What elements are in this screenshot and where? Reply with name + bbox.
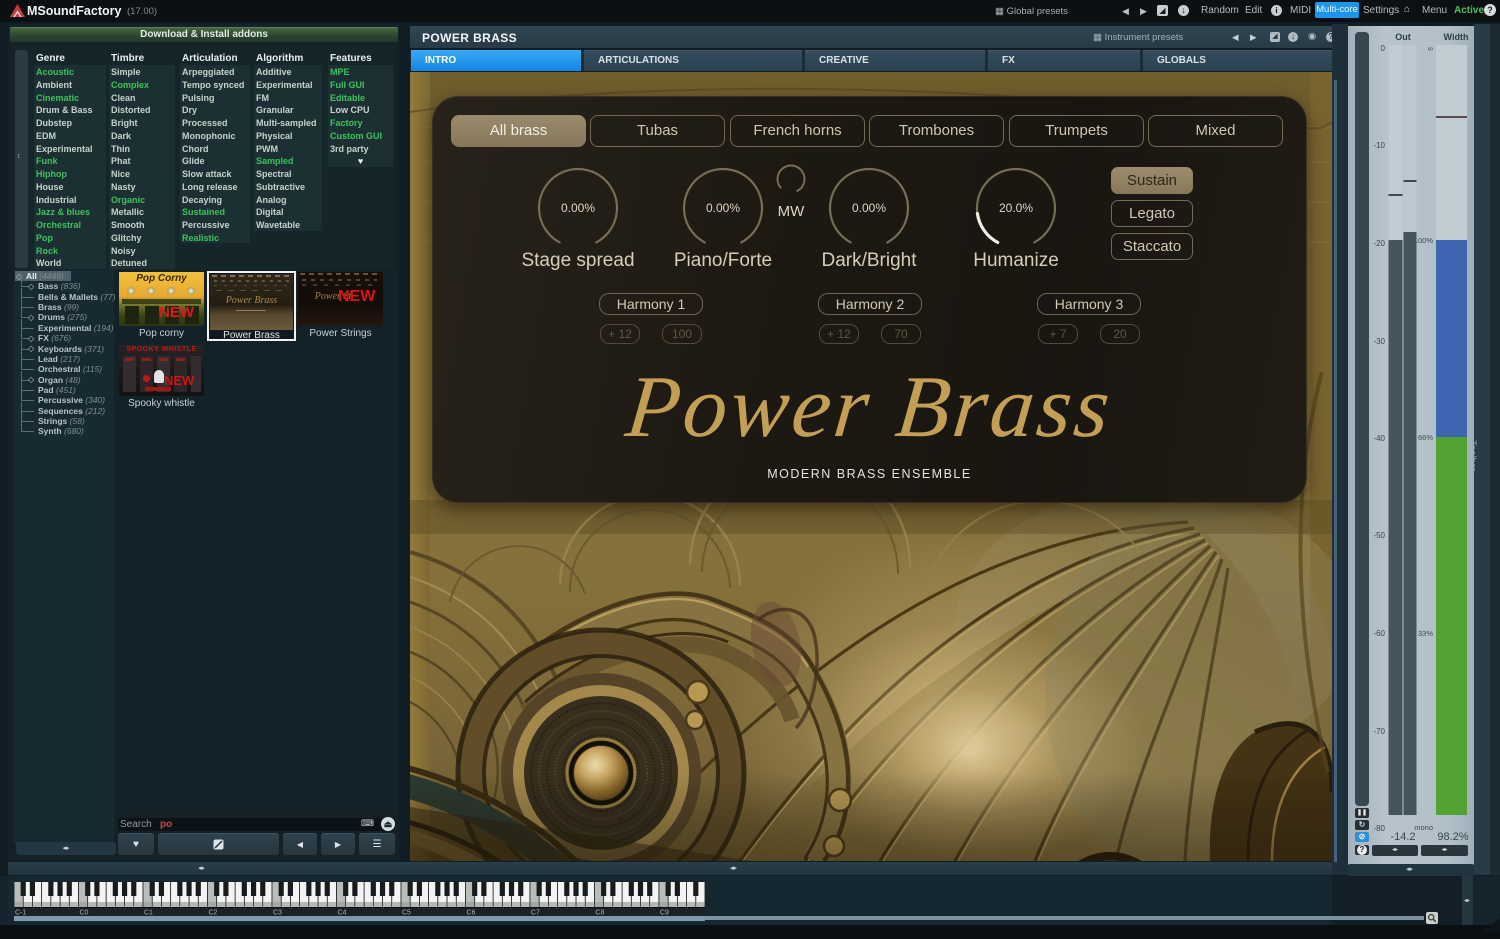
- svg-text:100%: 100%: [1414, 236, 1434, 245]
- svg-text:-70: -70: [1373, 727, 1385, 736]
- svg-text:0: 0: [1381, 44, 1386, 53]
- svg-text:C3: C3: [273, 910, 282, 917]
- svg-text:C-1: C-1: [15, 910, 26, 917]
- svg-text:C0: C0: [80, 910, 89, 917]
- svg-text:C6: C6: [467, 910, 476, 917]
- svg-text:66%: 66%: [1418, 433, 1433, 442]
- svg-text:33%: 33%: [1418, 629, 1433, 638]
- svg-text:C1: C1: [144, 910, 153, 917]
- svg-text:C9: C9: [660, 910, 669, 917]
- svg-text:-60: -60: [1373, 629, 1385, 638]
- svg-text:C4: C4: [338, 910, 347, 917]
- svg-text:-30: -30: [1373, 337, 1385, 346]
- svg-text:C5: C5: [402, 910, 411, 917]
- svg-text:C8: C8: [595, 910, 604, 917]
- svg-text:-10: -10: [1373, 141, 1385, 150]
- svg-text:∞: ∞: [1428, 44, 1433, 53]
- svg-text:-20: -20: [1373, 239, 1385, 248]
- svg-text:C7: C7: [531, 910, 540, 917]
- svg-text:C2: C2: [209, 910, 218, 917]
- svg-text:-40: -40: [1373, 434, 1385, 443]
- svg-text:-50: -50: [1373, 531, 1385, 540]
